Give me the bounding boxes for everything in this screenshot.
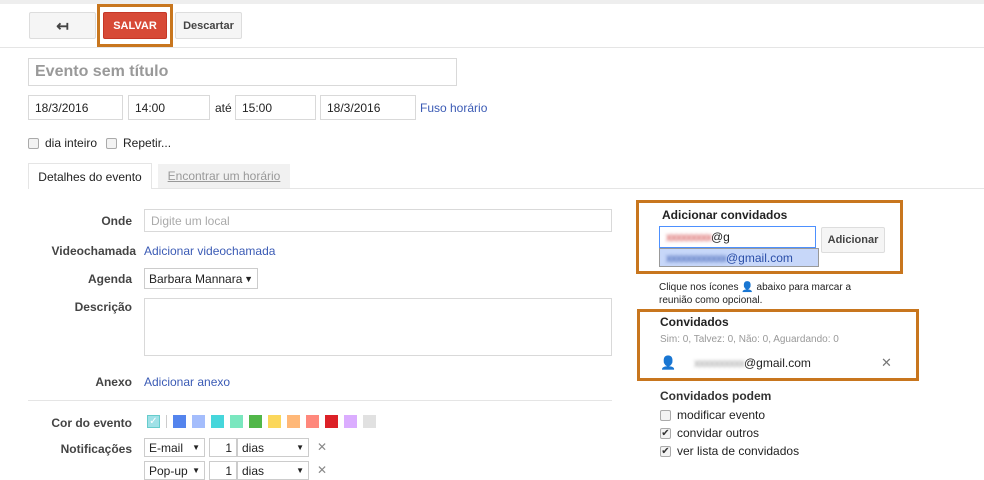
method-value: E-mail — [149, 440, 184, 455]
notifications-label: Notificações — [60, 442, 132, 456]
obscured-text: xxxxxxxxxx — [694, 356, 745, 370]
tabs-divider — [28, 188, 984, 189]
remove-notification-icon[interactable]: ✕ — [317, 463, 327, 477]
color-swatch[interactable] — [249, 415, 262, 428]
checkbox[interactable] — [660, 410, 671, 422]
notification-unit-select[interactable]: dias ▼ — [237, 461, 309, 480]
notification-method-select[interactable]: E-mail ▼ — [144, 438, 205, 457]
perms-title: Convidados podem — [660, 389, 772, 403]
add-guest-button[interactable]: Adicionar — [821, 227, 885, 253]
permission-checkbox[interactable]: ✔ convidar outros — [660, 426, 759, 440]
person-icon: 👤 — [741, 282, 754, 293]
permission-label: modificar evento — [677, 408, 766, 422]
add-attachment-link[interactable]: Adicionar anexo — [144, 375, 230, 389]
arrow-back-icon: ↤ — [56, 17, 69, 35]
optional-hint: Clique nos ícones 👤 abaixo para marcar a… — [659, 281, 869, 307]
color-swatch[interactable] — [306, 415, 319, 428]
dropdown-arrow-icon: ▼ — [192, 466, 200, 475]
end-time-input[interactable]: 15:00 — [235, 95, 316, 120]
guest-item: xxxxxxxxxx@gmail.com — [694, 356, 811, 370]
color-swatch[interactable] — [173, 415, 186, 428]
calendar-label: Agenda — [87, 272, 132, 286]
color-swatch[interactable] — [211, 415, 224, 428]
color-swatch[interactable] — [344, 415, 357, 428]
suggestion-item[interactable]: xxxxxxxxxxxx @gmail.com — [659, 248, 819, 267]
guests-title: Convidados — [660, 315, 729, 329]
dropdown-arrow-icon: ▼ — [296, 466, 304, 475]
description-label: Descrição — [74, 300, 132, 314]
checkbox[interactable]: ✔ — [660, 428, 671, 440]
unit-value: dias — [242, 440, 265, 455]
add-guests-title: Adicionar convidados — [662, 208, 788, 222]
swatch-separator — [166, 415, 167, 428]
title-input[interactable]: Evento sem título — [28, 58, 457, 86]
dropdown-arrow-icon: ▼ — [296, 443, 304, 452]
optional-person-icon[interactable]: 👤 — [660, 355, 676, 371]
dropdown-arrow-icon: ▼ — [192, 443, 200, 452]
color-swatch[interactable] — [287, 415, 300, 428]
guest-input[interactable]: xxxxxxxxx @g — [659, 226, 816, 248]
divider — [0, 47, 984, 48]
discard-button[interactable]: Descartar — [175, 12, 242, 39]
back-button[interactable]: ↤ — [29, 12, 96, 39]
rsvp-summary: Sim: 0, Talvez: 0, Não: 0, Aguardando: 0 — [660, 334, 839, 345]
all-day-checkbox[interactable]: dia inteiro — [28, 136, 97, 150]
where-label: Onde — [101, 214, 132, 228]
obscured-text: xxxxxxxxx — [666, 230, 712, 244]
permission-checkbox[interactable]: modificar evento — [660, 408, 765, 422]
description-textarea[interactable] — [144, 298, 612, 356]
color-swatch[interactable] — [268, 415, 281, 428]
video-label: Videochamada — [51, 244, 136, 258]
color-swatch[interactable] — [363, 415, 376, 428]
notification-amount-input[interactable]: 1 — [209, 438, 237, 457]
save-button[interactable]: SALVAR — [103, 12, 167, 39]
remove-guest-icon[interactable]: ✕ — [881, 355, 892, 371]
color-label: Cor do evento — [51, 416, 132, 430]
suggestion-text: @gmail.com — [726, 250, 793, 265]
hint-text: Clique nos ícones — [659, 282, 739, 293]
guest-input-value: @g — [711, 230, 730, 244]
start-time-input[interactable]: 14:00 — [128, 95, 210, 120]
selected-color-swatch[interactable]: ✓ — [147, 415, 160, 428]
permission-label: convidar outros — [677, 426, 760, 440]
timezone-link[interactable]: Fuso horário — [420, 101, 487, 115]
calendar-select[interactable]: Barbara Mannara ▼ — [144, 268, 258, 289]
remove-notification-icon[interactable]: ✕ — [317, 440, 327, 454]
unit-value: dias — [242, 463, 265, 478]
checkbox[interactable]: ✔ — [660, 446, 671, 458]
color-swatch[interactable] — [325, 415, 338, 428]
notification-amount-input[interactable]: 1 — [209, 461, 237, 480]
method-value: Pop-up — [149, 463, 188, 478]
checkbox[interactable] — [106, 138, 117, 150]
add-video-link[interactable]: Adicionar videochamada — [144, 244, 275, 258]
start-date-input[interactable]: 18/3/2016 — [28, 95, 123, 120]
attachment-label: Anexo — [95, 375, 132, 389]
permission-checkbox[interactable]: ✔ ver lista de convidados — [660, 444, 799, 458]
repeat-label: Repetir... — [123, 136, 172, 150]
color-swatch[interactable] — [230, 415, 243, 428]
color-picker: ✓ — [147, 415, 382, 428]
dropdown-arrow-icon: ▼ — [244, 273, 253, 284]
checkbox[interactable] — [28, 138, 39, 150]
permission-label: ver lista de convidados — [677, 444, 800, 458]
divider — [28, 400, 612, 401]
until-label: até — [215, 101, 232, 115]
where-input[interactable]: Digite um local — [144, 209, 612, 232]
calendar-value: Barbara Mannara — [149, 271, 243, 286]
end-date-input[interactable]: 18/3/2016 — [320, 95, 416, 120]
repeat-checkbox[interactable]: Repetir... — [106, 136, 171, 150]
tab-event-details[interactable]: Detalhes do evento — [28, 163, 152, 189]
color-swatch[interactable] — [192, 415, 205, 428]
notification-unit-select[interactable]: dias ▼ — [237, 438, 309, 457]
tab-find-time[interactable]: Encontrar um horário — [158, 164, 290, 188]
guest-email: @gmail.com — [744, 356, 811, 370]
obscured-text: xxxxxxxxxxxx — [666, 250, 727, 265]
all-day-label: dia inteiro — [45, 136, 98, 150]
notification-method-select[interactable]: Pop-up ▼ — [144, 461, 205, 480]
